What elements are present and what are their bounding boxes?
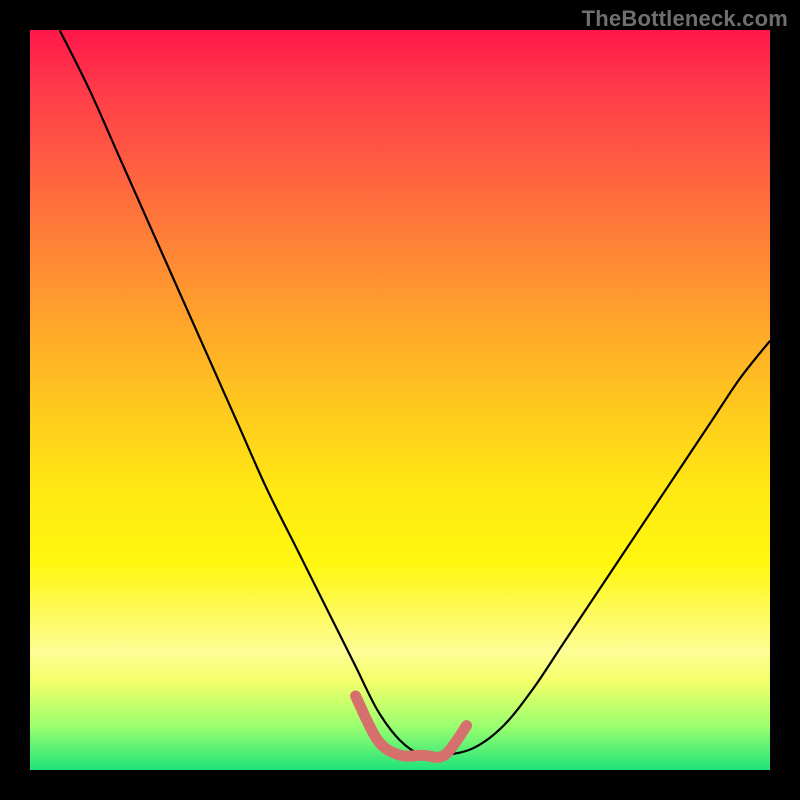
main-curve-path — [60, 30, 770, 757]
watermark-text: TheBottleneck.com — [582, 6, 788, 32]
bottleneck-curve — [30, 30, 770, 770]
plot-area — [30, 30, 770, 770]
highlight-curve-path — [356, 696, 467, 757]
chart-frame: TheBottleneck.com — [0, 0, 800, 800]
